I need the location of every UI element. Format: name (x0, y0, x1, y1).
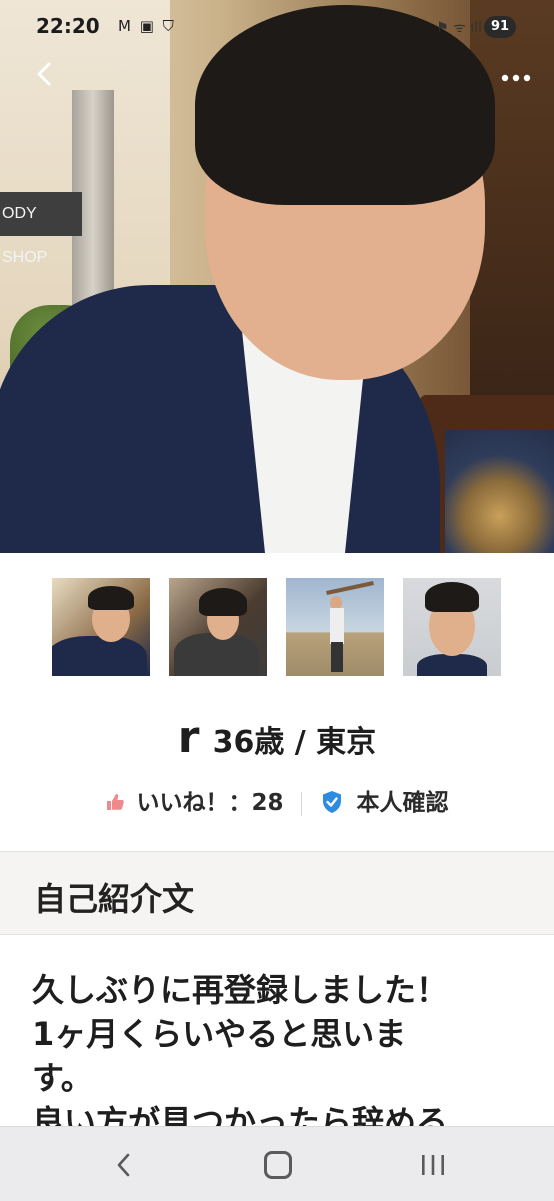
self-introduction-text: 久しぶりに再登録しました！ 1ヶ月くらいやると思いま す。 良い方が見つかったら… (32, 971, 449, 1141)
recent-apps-icon (422, 1154, 444, 1175)
photo-chair-cushion (445, 430, 554, 553)
notification-icons: M ▣ ⛉ (118, 17, 176, 35)
system-back-button[interactable] (94, 1139, 154, 1189)
profile-meta-row: いいね！：28 本人確認 (0, 783, 554, 820)
verified-badge-icon (321, 790, 343, 820)
status-bar: 22:20 M ▣ ⛉ ⚑ ᯤ ıll 91 (0, 0, 554, 56)
photo-thumbnail-1[interactable] (52, 578, 150, 676)
home-icon (264, 1150, 292, 1179)
battery-icon: 91 (484, 16, 516, 38)
chevron-left-icon (37, 62, 51, 86)
self-introduction-header: 自己紹介文 (0, 851, 554, 935)
chevron-left-icon (117, 1153, 130, 1176)
photo-store-sign: ODY SHOP (0, 192, 82, 266)
photo-thumbnail-2[interactable] (169, 578, 267, 676)
thumbs-up-icon (105, 791, 132, 815)
profile-age-location: 36歳 / 東京 (212, 725, 377, 760)
likes-count: いいね！：28 (136, 790, 284, 816)
meta-divider (301, 791, 303, 816)
system-recent-apps-button[interactable] (403, 1139, 463, 1189)
more-horizontal-icon (501, 74, 531, 82)
more-options-button[interactable] (496, 60, 536, 96)
section-title: 自己紹介文 (34, 880, 195, 918)
signal-icons: ⚑ ᯤ ıll (436, 20, 482, 36)
photo-thumbnail-4[interactable] (403, 578, 501, 676)
verified-label: 本人確認 (356, 790, 449, 816)
status-time: 22:20 (36, 14, 100, 38)
photo-thumbnail-3[interactable] (286, 578, 384, 676)
back-button[interactable] (26, 60, 62, 96)
profile-nickname: r (177, 712, 200, 763)
profile-main-photo[interactable]: ODY SHOP (0, 0, 554, 553)
photo-thumbnail-strip (52, 578, 504, 678)
system-navigation-bar (0, 1126, 554, 1201)
system-home-button[interactable] (248, 1139, 308, 1189)
profile-name-row: r 36歳 / 東京 (0, 712, 554, 763)
